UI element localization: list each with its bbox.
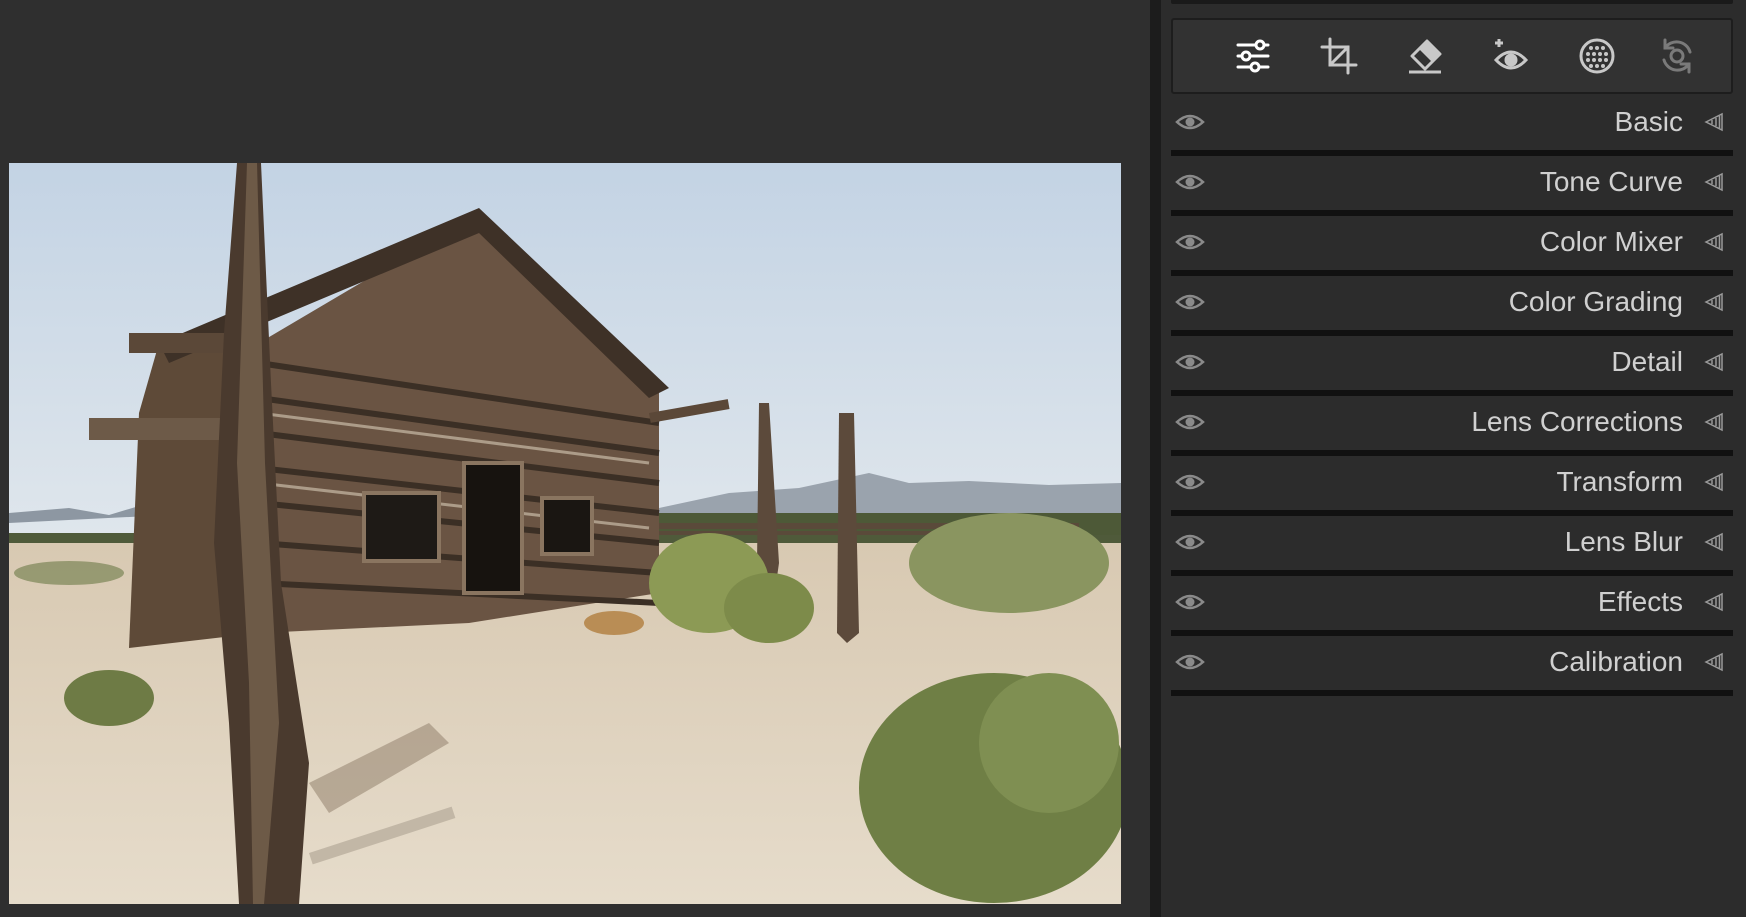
presets-tool[interactable]: [1654, 33, 1700, 79]
edit-toolbar: [1171, 18, 1733, 94]
collapse-triangle-icon[interactable]: [1703, 411, 1725, 433]
eraser-icon: [1409, 39, 1442, 74]
crop-tool[interactable]: [1316, 33, 1362, 79]
sync-arrows-icon: [1662, 38, 1692, 74]
eye-icon[interactable]: [1175, 230, 1205, 254]
collapse-triangle-icon[interactable]: [1703, 471, 1725, 493]
section-color-mixer[interactable]: Color Mixer: [1171, 216, 1733, 276]
section-color-grading[interactable]: Color Grading: [1171, 276, 1733, 336]
section-label: Calibration: [1549, 646, 1683, 677]
eye-icon[interactable]: [1175, 410, 1205, 434]
collapse-triangle-icon[interactable]: [1703, 531, 1725, 553]
eye-icon[interactable]: [1175, 590, 1205, 614]
collapse-triangle-icon[interactable]: [1703, 291, 1725, 313]
collapse-triangle-icon[interactable]: [1703, 171, 1725, 193]
eye-icon[interactable]: [1175, 290, 1205, 314]
eye-icon[interactable]: [1175, 350, 1205, 374]
eye-icon[interactable]: [1175, 110, 1205, 134]
red-eye-icon: [1493, 39, 1529, 70]
section-label: Lens Blur: [1564, 526, 1683, 557]
mask-circle-icon: [1579, 38, 1615, 74]
edit-sections-list: Basic Tone Curve Color Mixer Color Gradi…: [1171, 96, 1733, 696]
panel-divider[interactable]: [1150, 0, 1161, 917]
section-label: Color Grading: [1508, 286, 1683, 317]
red-eye-tool[interactable]: [1488, 33, 1534, 79]
section-label: Basic: [1614, 106, 1683, 137]
eye-icon[interactable]: [1175, 470, 1205, 494]
eye-icon[interactable]: [1175, 530, 1205, 554]
section-label: Lens Corrections: [1471, 406, 1683, 437]
section-transform[interactable]: Transform: [1171, 456, 1733, 516]
develop-panel: Basic Tone Curve Color Mixer Color Gradi…: [1161, 0, 1746, 917]
section-label: Color Mixer: [1539, 226, 1683, 257]
eye-icon[interactable]: [1175, 650, 1205, 674]
crop-icon: [1320, 37, 1358, 75]
panel-top-edge: [1171, 0, 1733, 4]
section-detail[interactable]: Detail: [1171, 336, 1733, 396]
collapse-triangle-icon[interactable]: [1703, 111, 1725, 133]
eye-icon[interactable]: [1175, 170, 1205, 194]
section-label: Transform: [1556, 466, 1683, 497]
section-effects[interactable]: Effects: [1171, 576, 1733, 636]
section-label: Effects: [1597, 586, 1683, 617]
edit-sliders-tool[interactable]: [1230, 33, 1276, 79]
sliders-icon: [1236, 39, 1270, 73]
section-calibration[interactable]: Calibration: [1171, 636, 1733, 696]
remove-tool[interactable]: [1402, 33, 1448, 79]
collapse-triangle-icon[interactable]: [1703, 591, 1725, 613]
collapse-triangle-icon[interactable]: [1703, 651, 1725, 673]
collapse-triangle-icon[interactable]: [1703, 351, 1725, 373]
section-label: Detail: [1611, 346, 1683, 377]
photo-preview[interactable]: [9, 163, 1121, 904]
masking-tool[interactable]: [1574, 33, 1620, 79]
photo-image: [9, 163, 1121, 904]
section-lens-blur[interactable]: Lens Blur: [1171, 516, 1733, 576]
section-lens-corrections[interactable]: Lens Corrections: [1171, 396, 1733, 456]
collapse-triangle-icon[interactable]: [1703, 231, 1725, 253]
section-tone-curve[interactable]: Tone Curve: [1171, 156, 1733, 216]
section-basic[interactable]: Basic: [1171, 96, 1733, 156]
section-label: Tone Curve: [1539, 166, 1683, 197]
photo-viewer: [0, 0, 1150, 917]
